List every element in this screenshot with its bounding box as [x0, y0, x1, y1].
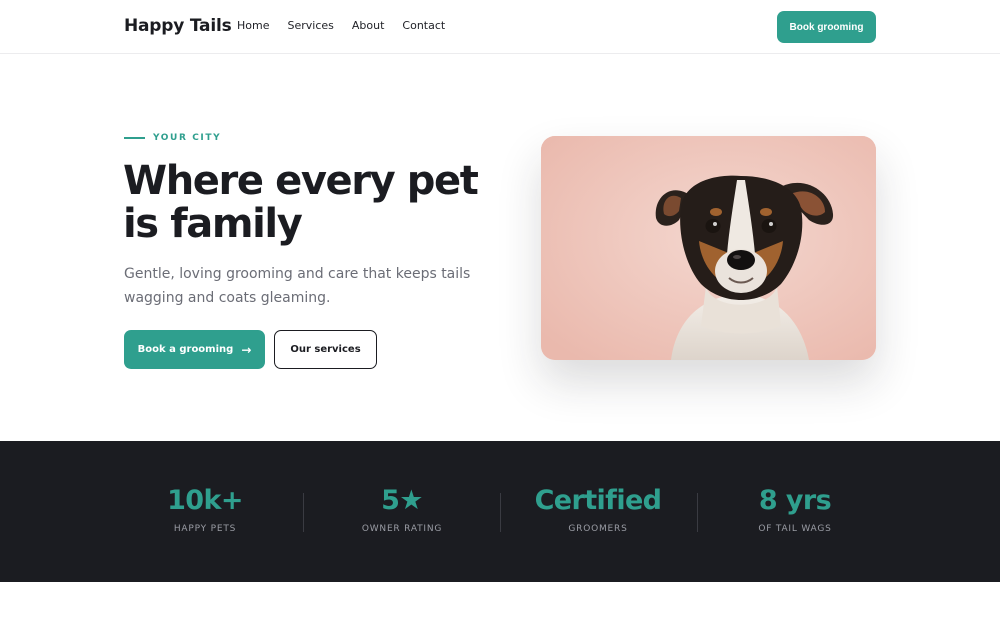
stats-band: 10k+ HAPPY PETS 5★ OWNER RATING Certifie… [0, 441, 1000, 582]
nav-home-link[interactable]: Home [237, 19, 269, 32]
stat-value: 8 yrs [758, 485, 832, 516]
stat-label: OF TAIL WAGS [758, 524, 832, 534]
book-grooming-button[interactable]: Book grooming [777, 11, 876, 43]
stat-owner-rating: 5★ OWNER RATING [304, 485, 500, 535]
brand-logo[interactable]: Happy Tails [124, 16, 232, 36]
nav-services-link[interactable]: Services [287, 19, 333, 32]
hero-title: Where every pet is family [123, 158, 479, 247]
stat-years: 8 yrs OF TAIL WAGS [697, 485, 893, 535]
hero-subtitle: Gentle, loving grooming and care that ke… [124, 266, 471, 306]
stat-value: 10k+ [167, 485, 243, 516]
eyebrow-line [124, 137, 145, 139]
our-services-button[interactable]: Our services [274, 330, 377, 369]
stat-label: OWNER RATING [361, 524, 443, 534]
book-a-grooming-label: Book a grooming [137, 344, 234, 355]
main-nav: Home Services About Contact [237, 19, 445, 32]
stat-label: GROOMERS [568, 524, 628, 534]
nav-about-link[interactable]: About [352, 19, 385, 32]
book-a-grooming-button[interactable]: Book a grooming → [124, 330, 265, 369]
nav-contact-link[interactable]: Contact [402, 19, 445, 32]
site-header: Happy Tails Home Services About Contact … [0, 0, 1000, 54]
dog-illustration [541, 136, 876, 360]
hero-eyebrow: YOUR CITY [124, 133, 221, 143]
arrow-right-icon: → [241, 342, 252, 357]
stat-happy-pets: 10k+ HAPPY PETS [107, 485, 303, 535]
stat-value: Certified [534, 485, 662, 516]
stat-certified-groomers: Certified GROOMERS [500, 485, 696, 535]
stat-value: 5★ [381, 485, 423, 516]
stat-label: HAPPY PETS [173, 524, 237, 534]
eyebrow-text: YOUR CITY [153, 133, 222, 143]
hero-dog-image [541, 136, 876, 360]
